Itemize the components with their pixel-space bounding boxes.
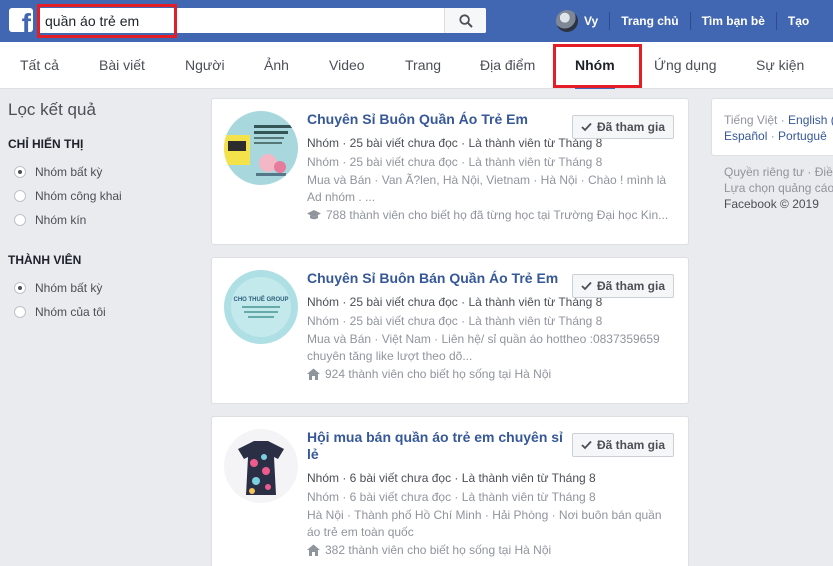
avatar[interactable] [556,10,578,32]
joined-button[interactable]: Đã tham gia [571,274,674,298]
check-icon [581,440,592,450]
filter-panel: Lọc kết quả CHỈ HIỂN THỊ Nhóm bất kỳ Nhó… [8,100,198,324]
group-thumbnail[interactable] [224,111,298,185]
facebook-logo-icon[interactable]: f [9,8,33,32]
language-link-portuguese[interactable]: Portuguê [778,129,827,143]
filter-option-any-group[interactable]: Nhóm bất kỳ [8,160,198,184]
filter-option-my-groups[interactable]: Nhóm của tôi [8,300,198,324]
filter-option-closed-group[interactable]: Nhóm kín [8,208,198,232]
search-box [37,8,486,33]
filter-option-public-group[interactable]: Nhóm công khai [8,184,198,208]
home-icon [307,368,320,380]
tab-videos[interactable]: Video [329,42,365,89]
radio-unselected[interactable] [14,306,26,318]
right-sidebar: Tiếng Việt · English ( Español · Portugu… [711,98,833,220]
thumbnail-text: CHO THUÊ GROUP [233,295,288,303]
tab-apps[interactable]: Ứng dụng [654,42,717,89]
filter-heading-membership: THÀNH VIÊN [8,253,82,267]
filter-title: Lọc kết quả [8,100,96,119]
radio-unselected[interactable] [14,190,26,202]
language-selector: Tiếng Việt · English ( Español · Portugu… [711,98,833,156]
group-meta: Nhóm · 25 bài viết chưa đọc · Là thành v… [307,155,603,169]
joined-button[interactable]: Đã tham gia [571,115,674,139]
tab-pages[interactable]: Trang [405,42,441,89]
check-icon [581,122,592,132]
home-icon [307,544,320,556]
privacy-link[interactable]: Quyền riêng tư · Điề [724,164,833,180]
current-language: Tiếng Việt [724,113,778,127]
tab-photos[interactable]: Ảnh [264,42,289,89]
find-friends-link[interactable]: Tìm bạn bè [702,14,765,28]
joined-button[interactable]: Đã tham gia [571,433,674,457]
group-result-card: CHO THUÊ GROUP Chuyên Sỉ Buôn Bán Quần Á… [211,257,689,404]
copyright: Facebook © 2019 [724,197,819,211]
group-meta: Nhóm · 6 bài viết chưa đọc · Là thành vi… [307,490,596,504]
graduation-cap-icon [307,210,321,220]
group-social-context: 382 thành viên cho biết họ sống tại Hà N… [307,541,569,559]
nav-divider [689,12,691,30]
language-link-spanish[interactable]: Español [724,129,767,143]
home-link[interactable]: Trang chủ [621,14,678,28]
tab-posts[interactable]: Bài viết [99,42,145,89]
top-nav-links: Vy Trang chủ Tìm bạn bè Tạo [556,0,809,42]
radio-selected[interactable] [14,282,26,294]
group-meta: Nhóm · 6 bài viết chưa đọc · Là thành vi… [307,471,596,485]
language-link-english[interactable]: English ( [788,113,833,127]
tab-groups[interactable]: Nhóm [575,42,615,89]
filter-option-any-membership[interactable]: Nhóm bất kỳ [8,276,198,300]
group-result-card: Chuyên Sỉ Buôn Quần Áo Trẻ Em Nhóm · 25 … [211,98,689,245]
search-button[interactable] [444,8,486,33]
radio-selected[interactable] [14,166,26,178]
group-thumbnail[interactable] [224,429,298,503]
group-description: Mua và Bán · Việt Nam · Liên hệ/ sỉ quần… [307,332,660,363]
group-social-context: 924 thành viên cho biết họ sống tại Hà N… [307,365,667,383]
tab-places[interactable]: Địa điểm [480,42,535,89]
search-tab-bar: Tất cả Bài viết Người Ảnh Video Trang Đị… [0,42,833,89]
check-icon [581,281,592,291]
group-meta: Nhóm · 25 bài viết chưa đọc · Là thành v… [307,314,603,328]
ad-choices-link[interactable]: Lựa chọn quảng cáo [724,180,833,196]
group-title-link[interactable]: Hội mua bán quần áo trẻ em chuyên sỉ lẻ [307,429,569,463]
profile-link[interactable]: Vy [584,14,598,28]
search-input[interactable] [37,8,444,33]
top-navigation-bar: f Vy Trang chủ Tìm bạn bè Tạo [0,0,833,42]
tab-people[interactable]: Người [185,42,225,89]
nav-divider [775,12,777,30]
tab-events[interactable]: Sự kiện [756,42,804,89]
search-icon [458,13,473,28]
create-link[interactable]: Tạo [788,14,809,28]
group-description: Hà Nội · Thành phố Hồ Chí Minh · Hải Phò… [307,508,662,539]
footer-links: Quyền riêng tư · Điề Lựa chọn quảng cáo … [711,156,833,220]
group-description: Mua và Bán · Van Ã?len, Hà Nội, Vietnam … [307,173,667,204]
group-thumbnail[interactable]: CHO THUÊ GROUP [224,270,298,344]
tab-all[interactable]: Tất cả [20,42,59,89]
nav-divider [609,12,611,30]
group-result-card: Hội mua bán quần áo trẻ em chuyên sỉ lẻ … [211,416,689,566]
filter-heading-show-only: CHỈ HIỂN THỊ [8,137,84,151]
group-social-context: 788 thành viên cho biết họ đã từng học t… [307,206,668,224]
radio-unselected[interactable] [14,214,26,226]
